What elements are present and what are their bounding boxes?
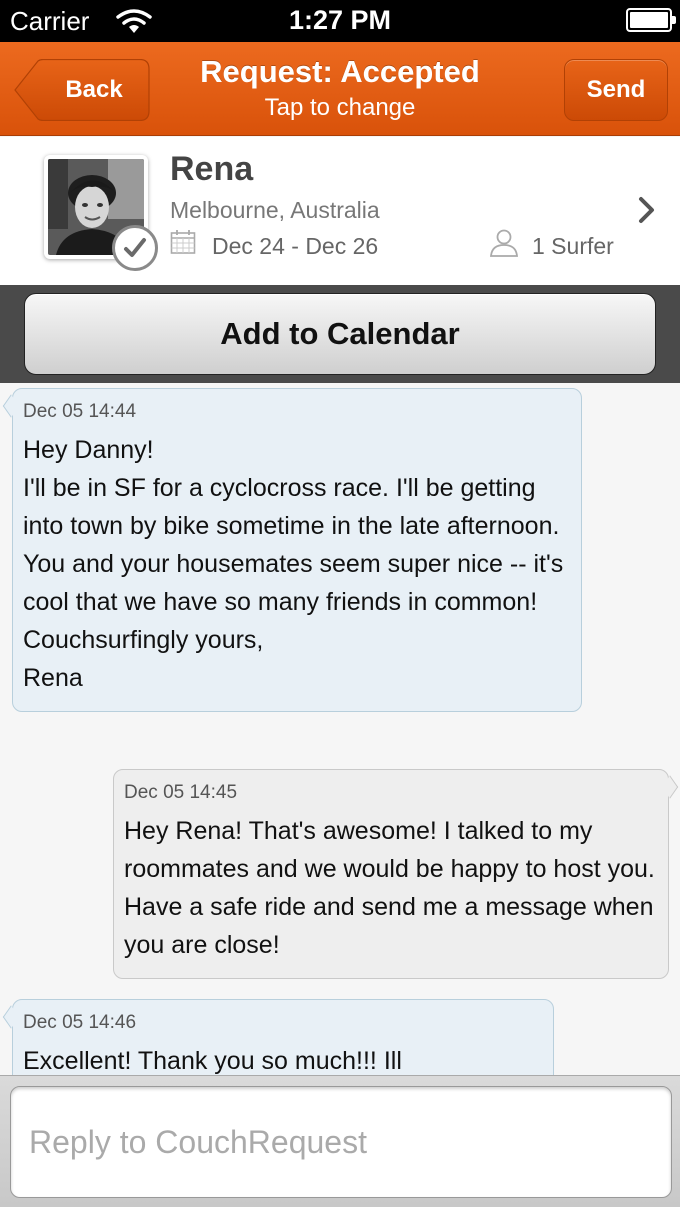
bubble-tail [2,394,20,418]
message-text: Hey Danny! I'll be in SF for a cyclocros… [23,436,564,692]
surfer-count: 1 Surfer [532,233,614,259]
profile-header[interactable]: Rena Melbourne, Australia Dec 24 - Dec 2… [0,137,680,285]
message-thread[interactable]: Dec 05 14:44 Hey Danny! I'll be in SF fo… [0,383,680,1075]
add-to-calendar-button[interactable]: Add to Calendar [24,293,656,375]
bubble-tail [661,775,679,799]
message-timestamp: Dec 05 14:44 [23,401,137,422]
battery-icon [626,8,676,32]
profile-location: Melbourne, Australia [170,197,380,223]
stay-dates: Dec 24 - Dec 26 [212,233,379,259]
message-text: Hey Rena! That's awesome! I talked to my… [124,817,655,959]
back-button-label: Back [65,76,123,103]
send-button[interactable]: Send [564,59,668,121]
status-time: 1:27 PM [288,5,392,35]
bubble-tail [2,1005,20,1029]
request-status-subtitle[interactable]: Tap to change [170,94,510,122]
verified-badge [112,225,158,271]
chevron-right-icon[interactable] [636,195,658,225]
person-icon [490,229,518,257]
navigation-bar: Back Request: Accepted Tap to change Sen… [0,42,680,136]
request-status-title[interactable]: Request: Accepted [170,54,510,90]
reply-area [0,1075,680,1207]
profile-name: Rena [170,150,254,188]
back-button[interactable]: Back [14,59,150,121]
status-bar: Carrier 1:27 PM [0,0,680,42]
checkmark-icon [124,238,146,257]
message-timestamp: Dec 05 14:45 [124,782,238,803]
message-bubble-outgoing: Dec 05 14:45 Hey Rena! That's awesome! I… [113,769,679,979]
message-bubble-incoming: Dec 05 14:46 Excellent! Thank you so muc… [2,999,554,1075]
message-bubble-incoming: Dec 05 14:44 Hey Danny! I'll be in SF fo… [2,388,582,712]
message-timestamp: Dec 05 14:46 [23,1012,137,1033]
message-text: Excellent! Thank you so much!!! Ill [23,1047,402,1075]
calendar-icon [170,230,196,254]
reply-input[interactable] [10,1086,672,1198]
calendar-bar: Add to Calendar [0,285,680,383]
